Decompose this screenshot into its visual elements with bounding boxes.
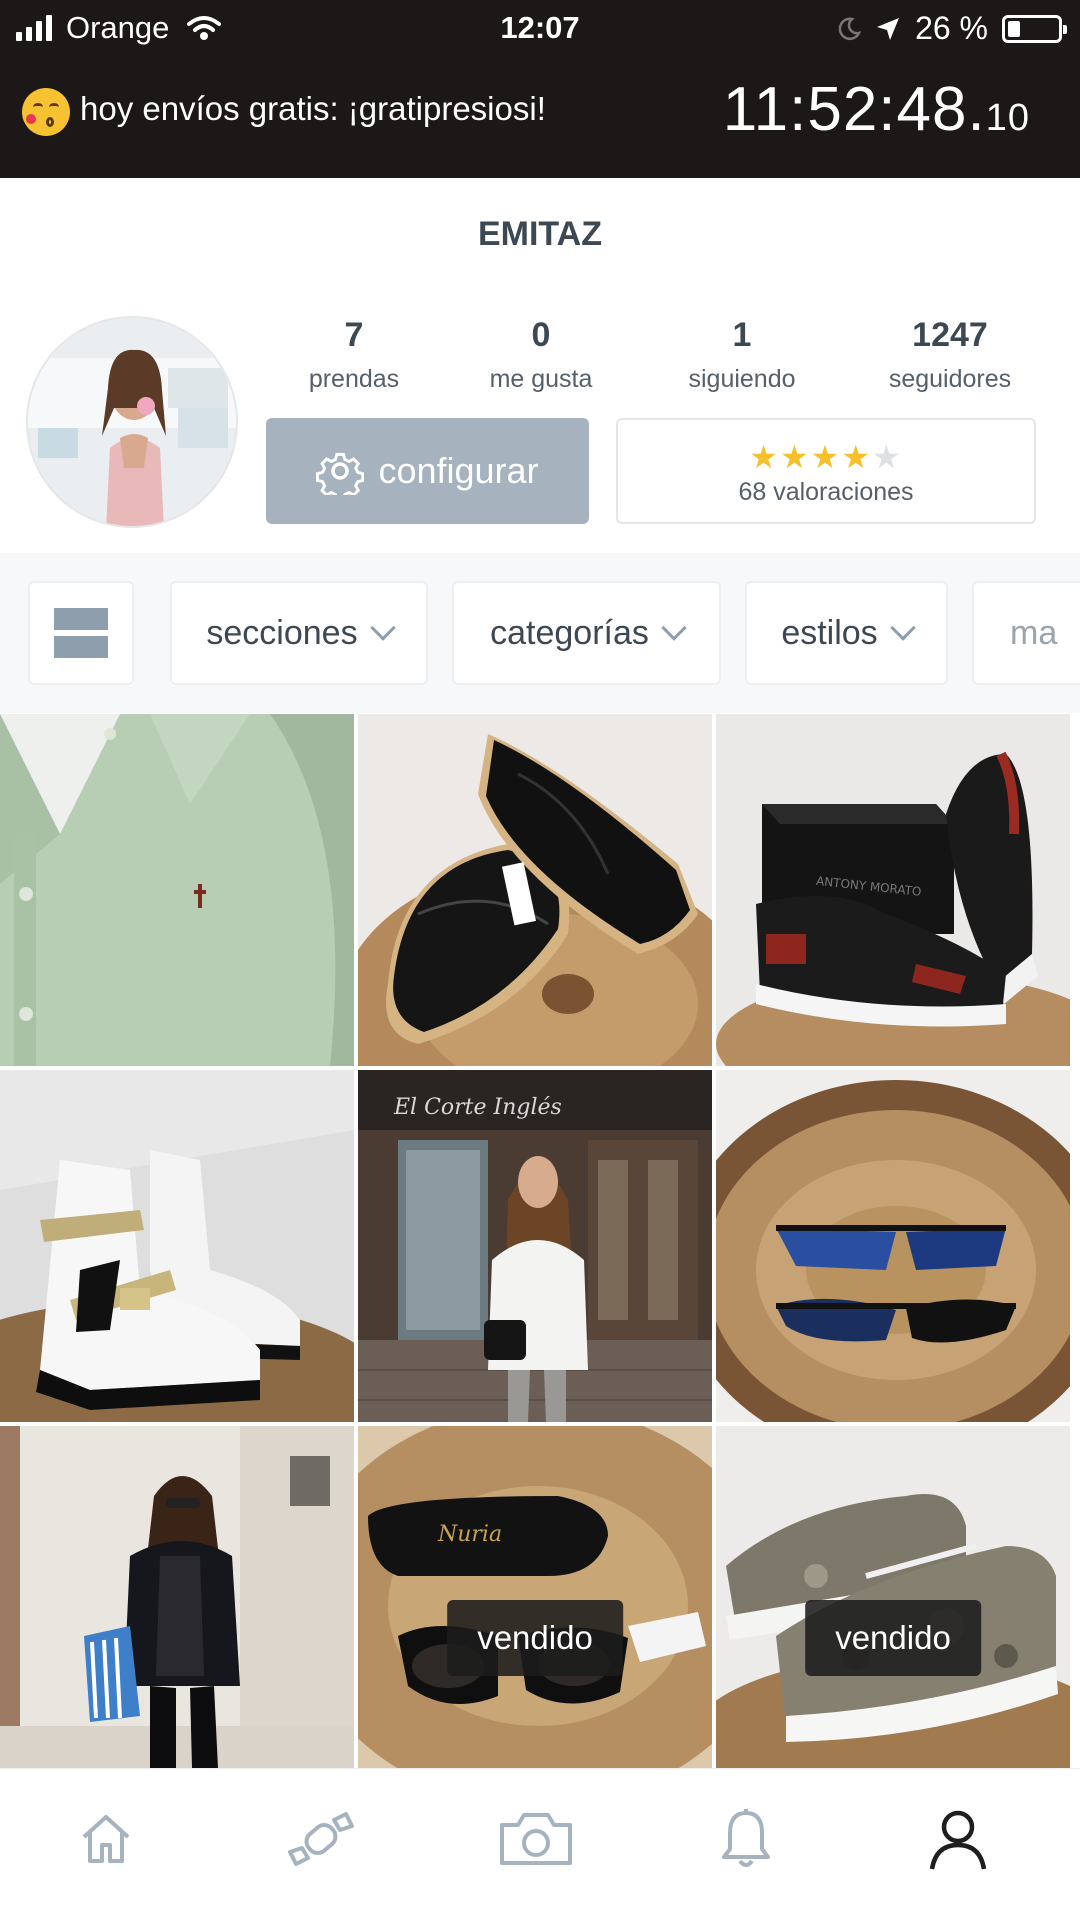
- candy-icon: [288, 1812, 354, 1866]
- battery-icon: [1002, 14, 1067, 43]
- kiss-emoji-icon: [22, 88, 70, 136]
- stat-label: me gusta: [489, 365, 593, 393]
- layout-rows-icon: [54, 608, 108, 658]
- stat-value: 7: [344, 316, 364, 354]
- star-empty-icon: ★: [872, 439, 903, 475]
- product-photo-shirt: [0, 714, 354, 1066]
- stat-prendas[interactable]: 7 prendas: [264, 316, 444, 394]
- tab-notifications[interactable]: [706, 1799, 786, 1879]
- promo-banner[interactable]: hoy envíos gratis: ¡gratipresiosi! 11:52…: [0, 58, 1080, 178]
- chevron-down-icon: [889, 615, 916, 641]
- product-tile[interactable]: [358, 714, 712, 1066]
- stat-value: 1247: [912, 316, 988, 354]
- camera-icon: [500, 1813, 572, 1865]
- product-photo-boots: [0, 1070, 354, 1422]
- svg-text:El Corte Inglés: El Corte Inglés: [393, 1095, 562, 1120]
- filter-estilos[interactable]: estilos: [745, 581, 948, 685]
- stat-label: prendas: [308, 365, 400, 393]
- product-photo-sunglasses-case: Nuria: [358, 1426, 712, 1768]
- sold-badge: vendido: [805, 1600, 981, 1676]
- product-photo-camo-sneakers: [716, 1426, 1070, 1768]
- stat-value: 0: [531, 316, 551, 354]
- configure-button[interactable]: configurar: [266, 418, 589, 524]
- star-filled-icon: ★: [749, 439, 780, 475]
- chevron-down-icon: [661, 615, 687, 641]
- product-photo-woman-blazer: [0, 1426, 354, 1768]
- bell-icon: [722, 1809, 770, 1867]
- avatar[interactable]: [26, 316, 238, 528]
- product-tile[interactable]: [0, 714, 354, 1066]
- product-photo-woman-blouse: El Corte Inglés: [358, 1070, 712, 1422]
- rating-label: 68 valoraciones: [738, 478, 914, 506]
- product-tile[interactable]: ANTONY MORATO: [716, 714, 1070, 1066]
- filter-more[interactable]: ma: [972, 581, 1080, 685]
- filter-label: secciones: [206, 613, 358, 652]
- stat-siguiendo[interactable]: 1 siguiendo: [652, 316, 832, 394]
- product-photo-sneakers: ANTONY MORATO: [716, 714, 1070, 1066]
- layout-toggle-button[interactable]: [28, 581, 134, 685]
- filter-label: categorías: [490, 613, 649, 652]
- tab-home[interactable]: [66, 1799, 146, 1879]
- product-tile[interactable]: [0, 1426, 354, 1778]
- bottom-tab-bar: [0, 1768, 1080, 1919]
- star-filled-icon: ★: [779, 439, 811, 475]
- promo-countdown: 11:52:48.10: [723, 74, 1030, 145]
- gear-icon: [316, 452, 365, 495]
- rating-stars: ★★★★★: [618, 438, 1034, 476]
- profile-stats: 7 prendas 0 me gusta 1 siguiendo 1247 se…: [262, 316, 1052, 396]
- stat-seguidores[interactable]: 1247 seguidores: [860, 316, 1040, 394]
- stat-label: siguiendo: [688, 365, 796, 393]
- moon-icon: [838, 17, 862, 40]
- filter-secciones[interactable]: secciones: [170, 581, 428, 685]
- location-arrow-icon: [877, 17, 900, 40]
- countdown-fraction: 10: [985, 97, 1030, 139]
- tab-profile[interactable]: [918, 1799, 998, 1879]
- stat-label: seguidores: [888, 365, 1012, 393]
- stat-me-gusta[interactable]: 0 me gusta: [451, 316, 631, 394]
- tab-candy[interactable]: [281, 1799, 361, 1879]
- avatar-photo: [28, 318, 236, 526]
- status-bar: Orange 12:07 26 %: [0, 0, 1080, 58]
- svg-text:Nuria: Nuria: [437, 1522, 502, 1547]
- profile-icon: [929, 1810, 987, 1870]
- battery-percent: 26 %: [915, 10, 988, 46]
- product-tile[interactable]: El Corte Inglés: [358, 1070, 712, 1422]
- rating-box[interactable]: ★★★★★ 68 valoraciones: [616, 418, 1036, 524]
- product-tile[interactable]: vendido: [716, 1426, 1070, 1778]
- filter-bar[interactable]: secciones categorías estilos ma: [0, 553, 1080, 713]
- sold-badge: vendido: [447, 1600, 623, 1676]
- product-photo-sunglasses: [716, 1070, 1070, 1422]
- product-tile[interactable]: [716, 1070, 1070, 1422]
- profile-username: EMITAZ: [477, 215, 602, 253]
- filter-label: estilos: [781, 613, 878, 652]
- tab-camera[interactable]: [496, 1799, 576, 1879]
- top-bar: Orange 12:07 26 % hoy envíos gratis: ¡gr…: [0, 0, 1080, 178]
- product-tile[interactable]: Nuria vendido: [358, 1426, 712, 1778]
- star-filled-icon: ★: [810, 439, 842, 475]
- chevron-down-icon: [369, 615, 396, 641]
- filter-categorias[interactable]: categorías: [452, 581, 721, 685]
- promo-text: hoy envíos gratis: ¡gratipresiosi!: [80, 90, 546, 127]
- configure-label: configurar: [378, 450, 539, 491]
- product-tile[interactable]: [0, 1070, 354, 1422]
- stat-value: 1: [732, 316, 752, 354]
- product-photo-oxford-shoes: [358, 714, 712, 1066]
- home-icon: [82, 1815, 130, 1863]
- countdown-main: 11:52:48.: [722, 75, 986, 144]
- filter-label: ma: [1010, 613, 1058, 652]
- star-filled-icon: ★: [841, 439, 873, 475]
- product-grid: ANTONY MORATO El Corte Inglés Nuria vend…: [0, 714, 1080, 1778]
